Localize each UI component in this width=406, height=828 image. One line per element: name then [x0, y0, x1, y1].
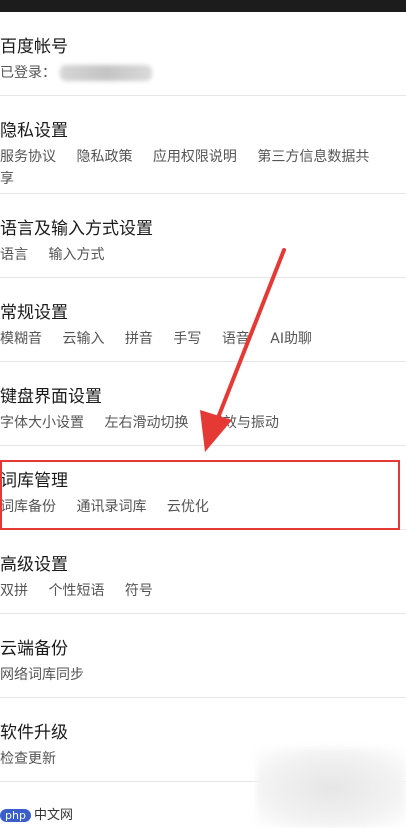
watermark-logo: php 中文网	[0, 804, 73, 823]
watermark-text: 中文网	[33, 808, 73, 823]
pointer-arrow-icon	[200, 248, 286, 452]
blurred-corner	[256, 748, 406, 828]
watermark-badge: php	[0, 809, 31, 822]
